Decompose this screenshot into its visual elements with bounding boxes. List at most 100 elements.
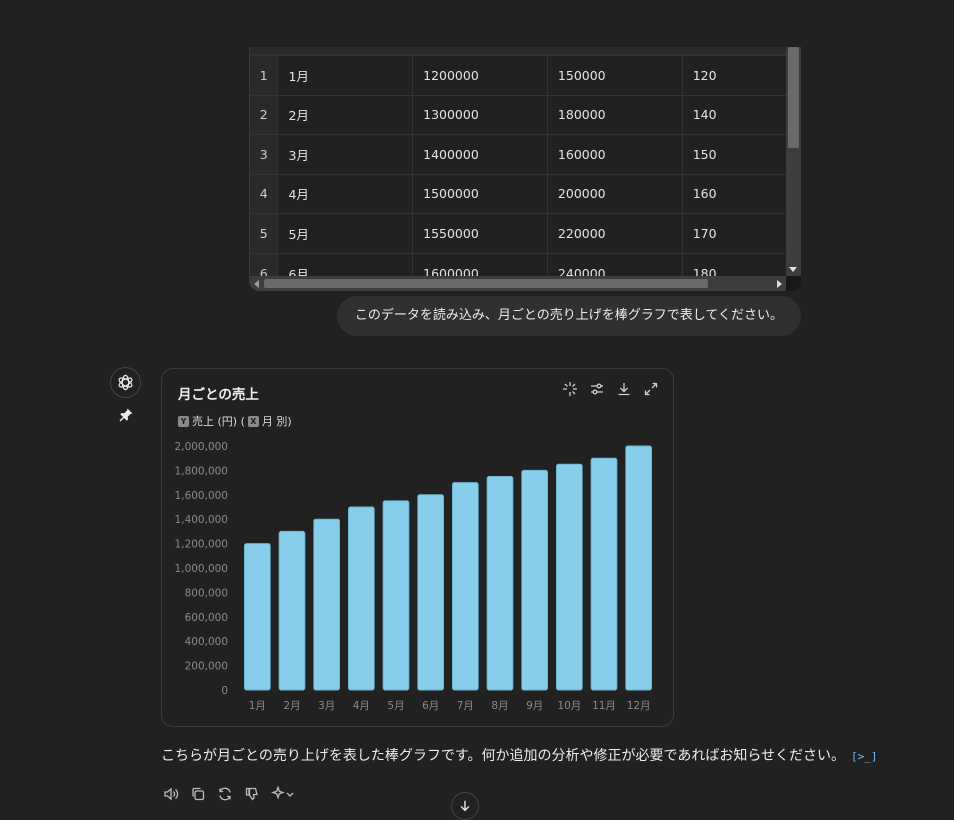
row-index-cell[interactable]: 4	[250, 173, 279, 214]
table-cell[interactable]: 1200000	[412, 55, 548, 95]
y-tick-label: 1,400,000	[175, 514, 228, 526]
read-aloud-icon[interactable]	[163, 786, 179, 802]
table-row: 3 3月 1400000 160000 150	[250, 134, 787, 174]
thumbs-down-icon[interactable]	[244, 786, 260, 802]
table-cell[interactable]: 180	[682, 252, 787, 276]
bar-10月[interactable]	[556, 463, 583, 691]
table-cell[interactable]: 170	[682, 213, 787, 253]
vertical-scrollbar[interactable]	[786, 47, 801, 276]
x-tick-label: 9月	[526, 700, 543, 712]
table-row: 2 2月 1300000 180000 140	[250, 94, 787, 135]
table-cell[interactable]: 140	[682, 94, 787, 135]
x-tick-label: 11月	[592, 700, 616, 712]
table-body: 1 1月 1200000 150000 120 2 2月 1300000 180000 140 3 3…	[250, 55, 787, 276]
regenerate-icon[interactable]	[217, 786, 233, 802]
table-row: 6 6月 1600000 240000 180	[250, 252, 787, 276]
arrow-down-icon	[460, 800, 470, 812]
bar-4月[interactable]	[348, 506, 375, 691]
table-cell[interactable]: 240000	[547, 252, 683, 276]
row-index-cell[interactable]: 6	[250, 252, 279, 276]
table-row: 5 5月 1550000 220000 170	[250, 213, 787, 253]
table-cell[interactable]: 160	[682, 173, 787, 214]
table-cell[interactable]: 220000	[547, 213, 683, 253]
table-cell[interactable]: 6月	[277, 252, 414, 276]
bar-11月[interactable]	[590, 457, 618, 691]
table-cell[interactable]: 1月	[277, 55, 414, 95]
expand-icon[interactable]	[643, 381, 659, 397]
view-code-link[interactable]: [>_]	[851, 750, 878, 763]
bar-5月[interactable]	[382, 500, 410, 691]
table-cell[interactable]: 1300000	[412, 94, 548, 135]
message-actions	[163, 786, 295, 802]
row-index-cell[interactable]: 1	[250, 55, 279, 95]
y-tick-label: 1,000,000	[175, 563, 228, 575]
bar-7月[interactable]	[452, 482, 479, 691]
table-cell[interactable]: 180000	[547, 94, 683, 135]
copy-icon[interactable]	[190, 786, 206, 802]
scroll-left-arrow-icon[interactable]	[254, 280, 259, 288]
table-cell[interactable]: 3月	[277, 134, 414, 174]
bar-12月[interactable]	[625, 445, 652, 691]
table-cell[interactable]: 4月	[277, 173, 414, 214]
x-tick-label: 6月	[422, 700, 439, 712]
y-tick-label: 400,000	[185, 636, 228, 648]
x-tick-label: 4月	[353, 700, 370, 712]
table-cell[interactable]: 120	[682, 55, 787, 95]
bar-9月[interactable]	[521, 469, 548, 691]
row-index-cell[interactable]: 5	[250, 213, 279, 253]
sparkle-icon[interactable]	[562, 381, 578, 397]
horizontal-scrollbar[interactable]	[250, 276, 787, 291]
data-table: 1 1月 1200000 150000 120 2 2月 1300000 180000 140 3 3…	[249, 47, 801, 291]
table-cell[interactable]: 5月	[277, 213, 414, 253]
table-cell[interactable]: 200000	[547, 173, 683, 214]
table-row: 1 1月 1200000 150000 120	[250, 55, 787, 95]
scroll-right-arrow-icon[interactable]	[777, 280, 782, 288]
x-key-badge: X	[247, 415, 259, 427]
horizontal-scroll-thumb[interactable]	[264, 279, 708, 288]
table-cell[interactable]: 1550000	[412, 213, 548, 253]
x-tick-label: 2月	[283, 700, 300, 712]
bar-8月[interactable]	[486, 476, 514, 691]
chart-legend: Y 売上 (円) ( X 月 別)	[178, 413, 292, 429]
download-icon[interactable]	[616, 381, 632, 397]
table-cell[interactable]: 2月	[277, 94, 414, 135]
table-cell[interactable]: 1500000	[412, 173, 548, 214]
table-cell[interactable]: 160000	[547, 134, 683, 174]
y-tick-label: 600,000	[185, 612, 228, 624]
scrollbar-corner	[786, 276, 801, 291]
assistant-avatar	[110, 367, 141, 398]
bar-2月[interactable]	[278, 530, 306, 691]
x-tick-label: 12月	[627, 700, 651, 712]
bar-1月[interactable]	[244, 543, 271, 691]
y-key-badge: Y	[178, 415, 189, 427]
table-cell[interactable]: 1600000	[412, 252, 548, 276]
table-cell[interactable]: 150	[682, 134, 787, 174]
sliders-icon[interactable]	[589, 381, 605, 397]
table-cell[interactable]: 1400000	[412, 134, 548, 174]
x-tick-label: 8月	[491, 700, 508, 712]
x-tick-label: 10月	[557, 700, 581, 712]
pin-icon[interactable]	[118, 407, 134, 423]
chart-title: 月ごとの売上	[178, 387, 259, 403]
bar-chart: 0 200,000 400,000 600,000 800,000 1,000,000 1,…	[175, 441, 652, 712]
bar-3月[interactable]	[313, 518, 340, 691]
chart-toolbar	[562, 381, 659, 397]
row-index-cell[interactable]: 3	[250, 134, 279, 174]
sparkle-menu-icon[interactable]	[271, 786, 295, 802]
scroll-to-bottom-button[interactable]	[451, 792, 479, 820]
table-cell[interactable]: 150000	[547, 55, 683, 95]
vertical-scroll-thumb[interactable]	[788, 47, 799, 148]
bar-6月[interactable]	[417, 494, 444, 691]
scroll-down-arrow-icon[interactable]	[789, 267, 797, 272]
x-tick-label: 7月	[457, 700, 474, 712]
y-tick-label: 1,800,000	[175, 465, 228, 477]
y-tick-label: 200,000	[185, 661, 228, 673]
x-tick-label: 1月	[249, 700, 266, 712]
y-axis-label: 売上 (円) (	[192, 415, 245, 428]
x-tick-label: 3月	[318, 700, 335, 712]
x-axis-label: 月 別)	[261, 415, 292, 428]
assistant-reply: こちらが月ごとの売り上げを表した棒グラフです。何か追加の分析や修正が必要であれば…	[161, 745, 878, 765]
reply-text: こちらが月ごとの売り上げを表した棒グラフです。何か追加の分析や修正が必要であれば…	[161, 748, 846, 764]
chart-card: 月ごとの売上 Y 売上 (円) ( X 月 別) 0200,000400,0	[161, 368, 674, 727]
row-index-cell[interactable]: 2	[250, 94, 279, 135]
